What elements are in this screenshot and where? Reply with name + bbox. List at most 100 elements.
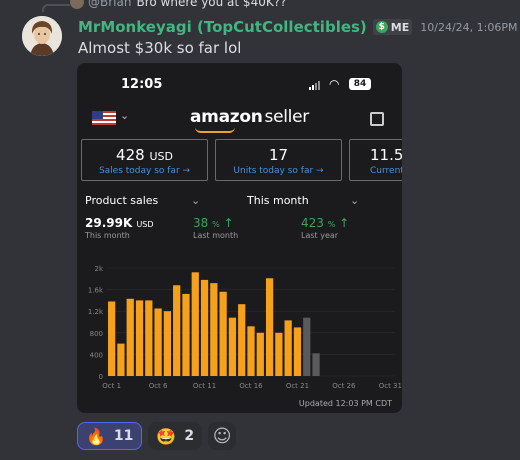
y-tick-label: 400 xyxy=(90,351,103,359)
bar xyxy=(182,293,190,376)
y-tick-label: 1.2k xyxy=(88,308,104,316)
logo-main: amazon xyxy=(190,107,263,127)
stat-unit: % xyxy=(212,220,220,229)
reply-preview[interactable]: @Brian Bro where you at $40K?? xyxy=(70,0,286,10)
stat-value: 38 % ↑ xyxy=(193,216,238,230)
dollar-icon: $ xyxy=(375,21,388,33)
bar xyxy=(210,283,218,376)
bar xyxy=(293,327,302,376)
bar xyxy=(126,298,134,376)
sales-bar-chart: 0 400 800 1.2k 1.6k 2k Oct 1 Oct 6 Oct 11 Oct 16 O… xyxy=(88,265,402,390)
server-tag[interactable]: $ ME xyxy=(372,19,413,35)
metric-value: 11.53 xyxy=(370,146,402,164)
bar xyxy=(275,332,283,376)
x-tick-label: Oct 11 xyxy=(193,382,216,390)
comparison-bar xyxy=(312,353,320,376)
message-header: MrMonkeyagi (TopCutCollectibles) $ ME 10… xyxy=(78,17,518,37)
bar xyxy=(265,278,274,376)
metric-card-balance: 11.53 Current B xyxy=(349,139,402,181)
stat-number: 29.99K xyxy=(85,216,133,230)
fire-icon: 🔥 xyxy=(86,426,106,446)
battery-icon: 84 xyxy=(349,78,371,90)
metric-number: 11.53 xyxy=(370,146,402,164)
reply-text[interactable]: Bro where you at $40K?? xyxy=(136,0,286,9)
y-tick-label: 800 xyxy=(90,330,103,338)
bar xyxy=(154,308,162,376)
x-tick-label: Oct 16 xyxy=(239,382,263,390)
server-tag-label: ME xyxy=(390,20,410,34)
metric-label: Units today so far → xyxy=(233,166,324,176)
timestamp: 10/24/24, 1:06PM xyxy=(420,20,518,34)
star-struck-icon: 🤩 xyxy=(156,426,177,446)
stat-last-month: 38 % ↑ Last month xyxy=(193,216,238,240)
metric-number: 428 xyxy=(116,146,145,164)
stat-number: 38 xyxy=(193,216,209,230)
metric-label: Sales today so far → xyxy=(98,166,191,176)
stat-value: 29.99K USD xyxy=(85,216,154,230)
x-tick-label: Oct 31 xyxy=(379,382,402,390)
metric-card-sales: 428 USD Sales today so far → xyxy=(81,139,208,181)
bar xyxy=(191,272,199,376)
logo-sub: seller xyxy=(264,107,310,127)
y-tick-label: 2k xyxy=(94,265,103,273)
metric-unit: USD xyxy=(149,150,173,163)
metric-number: 17 xyxy=(268,146,289,164)
bar xyxy=(256,332,264,376)
bar xyxy=(238,304,246,376)
bar xyxy=(228,317,237,376)
dropdown-row: Product sales ⌄ This month ⌄ xyxy=(85,194,395,210)
amazon-seller-logo: amazon seller xyxy=(190,107,309,127)
stat-label: Last year xyxy=(301,231,339,240)
stat-value: 423 % ↑ xyxy=(301,216,349,230)
stat-unit: USD xyxy=(136,220,154,229)
metric-cards: 428 USD Sales today so far → 17 Units to… xyxy=(81,139,402,181)
chevron-down-icon: ⌄ xyxy=(120,109,130,122)
bar xyxy=(145,300,153,376)
bar xyxy=(163,311,172,376)
bar xyxy=(173,285,181,376)
metric-label: Current B xyxy=(370,166,402,176)
bar xyxy=(247,326,255,376)
x-tick-label: Oct 1 xyxy=(102,382,121,390)
reactions-bar: 🔥 11 🤩 2 ☺ xyxy=(77,422,237,450)
stat-number: 423 xyxy=(301,216,324,230)
bar xyxy=(219,291,227,376)
stat-last-year: 423 % ↑ Last year xyxy=(301,216,349,240)
bar xyxy=(200,279,209,376)
amazon-smile-icon xyxy=(195,127,235,133)
metric-dropdown: Product sales xyxy=(85,194,159,207)
y-tick-label: 1.6k xyxy=(88,287,104,295)
arrow-up-icon: ↑ xyxy=(223,216,234,230)
seller-nav: ⌄ amazon seller xyxy=(77,107,402,133)
x-tick-label: Oct 26 xyxy=(332,382,356,390)
scan-icon xyxy=(370,112,384,126)
stat-label: Last month xyxy=(193,231,239,240)
username[interactable]: MrMonkeyagi (TopCutCollectibles) xyxy=(78,18,367,36)
bar xyxy=(117,343,125,376)
reaction-fire[interactable]: 🔥 11 xyxy=(77,422,143,450)
metric-value: 428 USD xyxy=(82,146,207,164)
reaction-star-struck[interactable]: 🤩 2 xyxy=(148,422,203,450)
chevron-down-icon: ⌄ xyxy=(350,194,360,207)
message-text: Almost $30k so far lol xyxy=(78,39,242,57)
reply-username[interactable]: @Brian xyxy=(88,0,131,9)
bar xyxy=(284,320,292,376)
avatar[interactable] xyxy=(22,16,62,56)
arrow-up-icon: ↑ xyxy=(339,216,350,230)
x-tick-label: Oct 21 xyxy=(286,382,309,390)
phone-status-bar: 12:05 ◠ 84 xyxy=(77,77,402,93)
reply-spine xyxy=(42,4,70,12)
y-tick-label: 0 xyxy=(99,373,103,381)
reply-avatar[interactable] xyxy=(70,0,84,9)
add-reaction-icon[interactable]: ☺ xyxy=(208,422,237,450)
stat-label: This month xyxy=(85,231,130,240)
phone-time: 12:05 xyxy=(121,77,163,92)
comparison-bar xyxy=(303,317,311,376)
stat-unit: % xyxy=(327,220,336,229)
metric-value: 17 xyxy=(216,146,341,164)
x-tick-label: Oct 6 xyxy=(149,382,168,390)
period-dropdown: This month xyxy=(247,194,309,207)
image-attachment[interactable]: 12:05 ◠ 84 ⌄ amazon seller 428 USD Sales … xyxy=(77,63,402,413)
metric-card-units: 17 Units today so far → xyxy=(215,139,342,181)
signal-icon xyxy=(309,80,320,90)
